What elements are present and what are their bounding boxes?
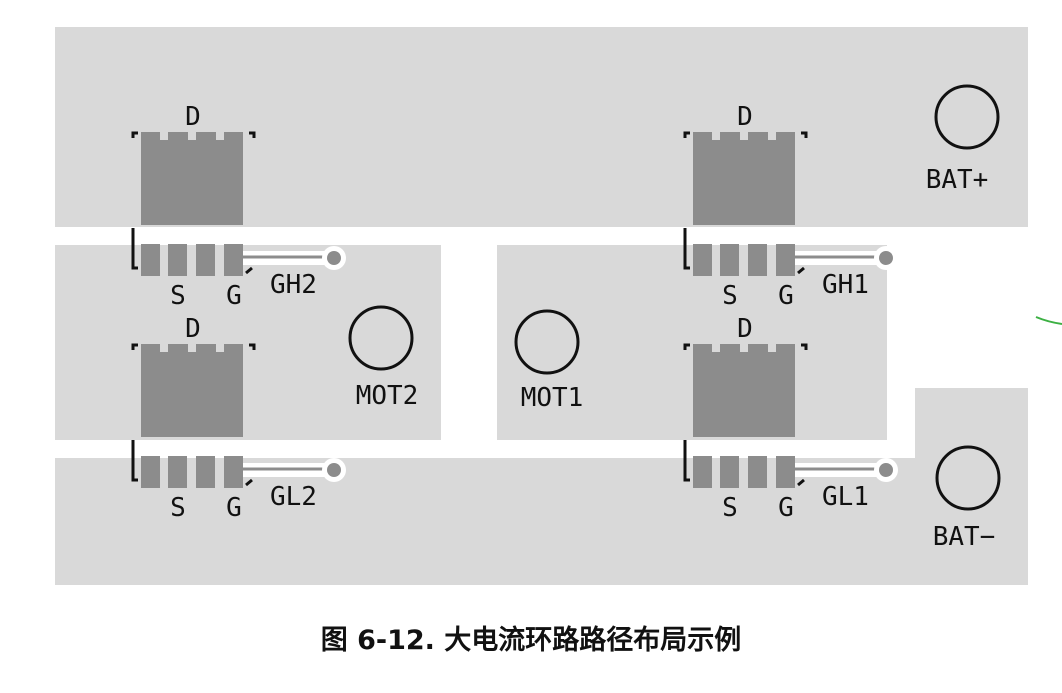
source-pad bbox=[693, 456, 712, 488]
source-pad bbox=[693, 244, 712, 276]
mot1-label: MOT1 bbox=[521, 383, 584, 413]
source-label: S bbox=[170, 493, 186, 523]
drain-pad bbox=[141, 132, 243, 225]
mot2-label: MOT2 bbox=[356, 381, 419, 411]
drain-pad bbox=[693, 132, 795, 225]
source-pad bbox=[196, 244, 215, 276]
pcb-layout-diagram: D S G GH2 D S G GL2 D S G GH1 D S G GL1 … bbox=[55, 27, 1062, 585]
source-pad bbox=[168, 456, 187, 488]
source-pad bbox=[168, 244, 187, 276]
gate-net-label: GH2 bbox=[270, 270, 317, 300]
source-label: S bbox=[170, 281, 186, 311]
gate-via bbox=[327, 463, 341, 477]
drain-label: D bbox=[185, 102, 201, 132]
gate-pad bbox=[224, 456, 243, 488]
gate-label: G bbox=[226, 281, 242, 311]
green-trace bbox=[1035, 316, 1062, 325]
drain-label: D bbox=[737, 314, 753, 344]
source-pad bbox=[748, 456, 767, 488]
gate-net-label: GL2 bbox=[270, 482, 317, 512]
gate-pad bbox=[776, 244, 795, 276]
gate-label: G bbox=[226, 493, 242, 523]
figure-caption: 图 6-12. 大电流环路路径布局示例 bbox=[320, 625, 742, 656]
gate-via bbox=[327, 251, 341, 265]
source-pad bbox=[720, 456, 739, 488]
drain-label: D bbox=[185, 314, 201, 344]
source-label: S bbox=[722, 281, 738, 311]
gate-label: G bbox=[778, 281, 794, 311]
bat-plus-label: BAT+ bbox=[926, 165, 989, 195]
gate-label: G bbox=[778, 493, 794, 523]
copper-pours bbox=[55, 27, 1028, 585]
gate-via bbox=[879, 251, 893, 265]
source-pad bbox=[141, 456, 160, 488]
bat-minus-label: BAT− bbox=[933, 522, 996, 552]
drain-pad bbox=[693, 344, 795, 437]
source-pad bbox=[141, 244, 160, 276]
drain-pad bbox=[141, 344, 243, 437]
drain-label: D bbox=[737, 102, 753, 132]
gate-via bbox=[879, 463, 893, 477]
source-label: S bbox=[722, 493, 738, 523]
source-pad bbox=[748, 244, 767, 276]
source-pad bbox=[720, 244, 739, 276]
gate-pad bbox=[776, 456, 795, 488]
gate-pad bbox=[224, 244, 243, 276]
gate-net-label: GL1 bbox=[822, 482, 869, 512]
gate-net-label: GH1 bbox=[822, 270, 869, 300]
source-pad bbox=[196, 456, 215, 488]
